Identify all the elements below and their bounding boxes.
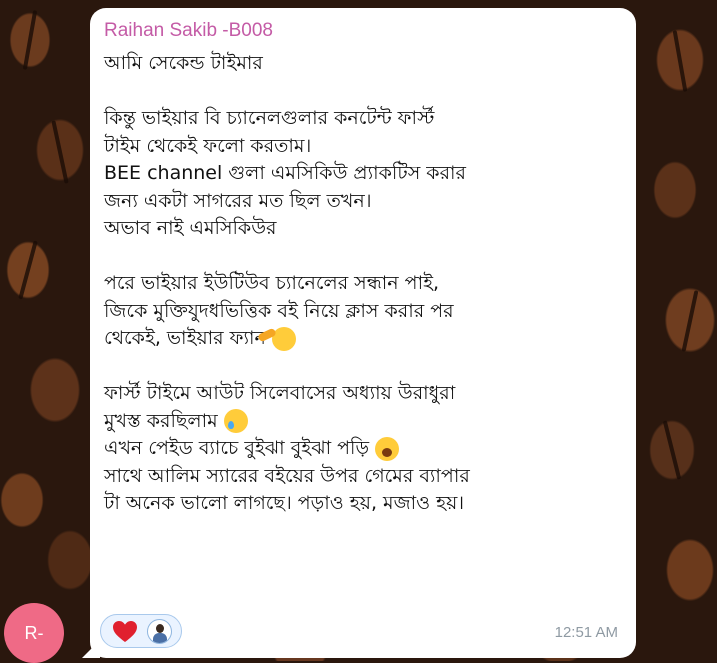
sender-avatar[interactable]: R- bbox=[4, 603, 64, 663]
message-line: এখন পেইড ব্যাচে বুইঝা বুইঝা পড়ি bbox=[104, 435, 620, 463]
message-line: জন্য একটা সাগরের মত ছিল তখন। bbox=[104, 189, 372, 212]
reactor-avatar-head bbox=[156, 624, 164, 633]
yawning-face-icon bbox=[375, 436, 400, 461]
message-line: অভাব নাই এমসিকিউর bbox=[104, 217, 277, 239]
message-line: কিন্তু ভাইয়ার বি চ্যানেলগুলার কনটেন্ট ফ… bbox=[104, 107, 435, 129]
message-line: টা অনেক ভালো লাগছে। পড়াও হয়, মজাও হয়। bbox=[104, 492, 465, 514]
message-footer: 12:51 AM bbox=[100, 614, 618, 648]
message-line: মুখস্ত করছিলাম bbox=[104, 408, 620, 436]
reactor-avatar-body bbox=[153, 633, 167, 643]
message-line: ফার্স্ট টাইমে আউট সিলেবাসের অধ্যায় উরাধ… bbox=[104, 382, 456, 404]
reaction-pill[interactable] bbox=[100, 614, 182, 648]
message-line: থেকেই, ভাইয়ার ফ্যান bbox=[104, 325, 620, 353]
crying-face-icon bbox=[223, 409, 248, 434]
message-line: সাথে আলিম স্যারের বইয়ের উপর গেমের ব্যাপ… bbox=[104, 464, 470, 487]
message-line: টাইম থেকেই ফলো করতাম। bbox=[104, 134, 312, 157]
saluting-face-icon bbox=[271, 326, 296, 351]
message-line: জিকে মুক্তিযুদধভিত্তিক বই নিয়ে ক্লাস কর… bbox=[104, 299, 454, 322]
reactor-avatar[interactable] bbox=[147, 619, 172, 644]
message-line: পরে ভাইয়ার ইউটিউব চ্যানেলের সন্ধান পাই, bbox=[104, 272, 439, 294]
message-bubble[interactable]: Raihan Sakib -B008 আমি সেকেন্ড টাইমার কি… bbox=[90, 8, 636, 658]
message-line: BEE channel গুলা এমসিকিউ প্র্যাকটিস করার bbox=[104, 162, 466, 184]
message-line: আমি সেকেন্ড টাইমার bbox=[104, 52, 263, 74]
message-text: আমি সেকেন্ড টাইমার কিন্তু ভাইয়ার বি চ্য… bbox=[104, 50, 620, 518]
sender-name[interactable]: Raihan Sakib -B008 bbox=[104, 20, 620, 42]
heart-icon bbox=[113, 621, 137, 642]
message-timestamp: 12:51 AM bbox=[554, 624, 618, 641]
